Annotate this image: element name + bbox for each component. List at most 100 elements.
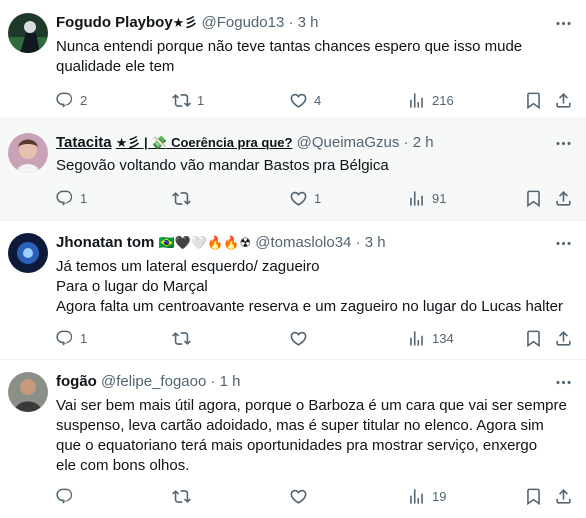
reply-button[interactable] [55, 484, 80, 508]
retweet-button[interactable] [172, 484, 197, 508]
like-icon [289, 189, 308, 208]
tweet[interactable]: Tatacita ★彡 | 💸 Coerência pra que? @Quei… [0, 119, 586, 221]
reply-button[interactable]: 1 [55, 186, 87, 210]
views-count: 216 [432, 92, 454, 108]
tweet-actions: 19 [48, 484, 578, 508]
reply-count: 1 [80, 190, 88, 206]
tweet-text-line: Nunca entendi porque não teve tantas cha… [56, 38, 523, 55]
tweet-text-line: Para o lugar do Marçal [56, 278, 208, 295]
bookmark-icon [524, 189, 543, 208]
separator-dot: · [355, 234, 361, 251]
retweet-icon [172, 487, 191, 506]
tweet-text-line: Segovão voltando vão mandar Bastos pra B… [56, 157, 389, 174]
separator-dot: · [288, 14, 294, 31]
tweet-text: Já temos um lateral esquerdo/ zagueiro P… [56, 257, 578, 317]
more-icon[interactable] [550, 13, 576, 33]
tweet-text-line: Agora falta um centroavante reserva e um… [56, 298, 563, 315]
like-count: 1 [314, 190, 322, 206]
reply-icon [55, 189, 74, 208]
handle[interactable]: @felipe_fogaoo [101, 373, 206, 390]
name-emoji: ★彡 [172, 15, 198, 30]
reply-count: 1 [80, 330, 88, 346]
bookmark-icon [524, 329, 543, 348]
tweet-actions: 1 134 [48, 326, 578, 350]
tweet-text-line: ele com bons olhos. [56, 457, 190, 474]
bookmark-icon [524, 487, 543, 506]
tweet-text: Segovão voltando vão mandar Bastos pra B… [56, 156, 578, 176]
like-button[interactable] [289, 326, 314, 350]
avatar[interactable] [8, 13, 48, 53]
views-icon [407, 91, 426, 110]
share-button[interactable] [554, 484, 573, 508]
tweet-header: fogão @felipe_fogaoo · 1 h [56, 372, 546, 392]
share-button[interactable] [554, 88, 573, 112]
reply-button[interactable]: 2 [55, 88, 87, 112]
handle[interactable]: @QueimaGzus [297, 134, 400, 151]
tweet-actions: 2 1 4 216 [48, 88, 578, 112]
tweet-text-line: que o equatoriano terá mais oportunidade… [56, 437, 538, 454]
timestamp[interactable]: 1 h [220, 373, 241, 390]
bookmark-button[interactable] [524, 326, 543, 350]
views-button[interactable]: 134 [407, 326, 454, 350]
views-count: 134 [432, 330, 454, 346]
share-button[interactable] [554, 326, 573, 350]
retweet-button[interactable] [172, 186, 197, 210]
views-button[interactable]: 216 [407, 88, 454, 112]
like-button[interactable] [289, 484, 314, 508]
handle[interactable]: @Fogudo13 [202, 14, 285, 31]
share-icon [554, 329, 573, 348]
reply-icon [55, 91, 74, 110]
bookmark-button[interactable] [524, 484, 543, 508]
tweet-header: Fogudo Playboy★彡 @Fogudo13 · 3 h [56, 13, 546, 33]
share-icon [554, 189, 573, 208]
avatar[interactable] [8, 233, 48, 273]
views-count: 19 [432, 488, 447, 504]
handle[interactable]: @tomaslolo34 [255, 234, 351, 251]
share-icon [554, 91, 573, 110]
tweet-text: Vai ser bem mais útil agora, porque o Ba… [56, 396, 578, 476]
retweet-icon [172, 329, 191, 348]
bookmark-button[interactable] [524, 186, 543, 210]
timestamp[interactable]: 2 h [413, 134, 434, 151]
views-button[interactable]: 19 [407, 484, 446, 508]
more-icon[interactable] [550, 233, 576, 253]
reply-icon [55, 329, 74, 348]
views-button[interactable]: 91 [407, 186, 446, 210]
share-button[interactable] [554, 186, 573, 210]
retweet-icon [172, 189, 191, 208]
tweet[interactable]: Fogudo Playboy★彡 @Fogudo13 · 3 h Nunca e… [0, 0, 586, 119]
tweet-actions: 1 1 91 [48, 186, 578, 210]
like-count: 4 [314, 92, 322, 108]
like-button[interactable]: 1 [289, 186, 321, 210]
timestamp[interactable]: 3 h [298, 14, 319, 31]
bookmark-button[interactable] [524, 88, 543, 112]
like-icon [289, 91, 308, 110]
tweet-text-line: Vai ser bem mais útil agora, porque o Ba… [56, 397, 567, 414]
retweet-count: 1 [197, 92, 205, 108]
display-name[interactable]: Jhonatan tom [56, 234, 154, 251]
display-name[interactable]: Fogudo Playboy [56, 14, 173, 31]
tweet[interactable]: fogão @felipe_fogaoo · 1 h Vai ser bem m… [0, 360, 586, 518]
views-icon [407, 189, 426, 208]
avatar[interactable] [8, 133, 48, 173]
more-icon[interactable] [550, 133, 576, 153]
retweet-button[interactable]: 1 [172, 88, 204, 112]
bookmark-icon [524, 91, 543, 110]
avatar[interactable] [8, 372, 48, 412]
like-button[interactable]: 4 [289, 88, 321, 112]
display-name[interactable]: fogão [56, 373, 97, 390]
display-name[interactable]: Tatacita [56, 134, 112, 151]
retweet-icon [172, 91, 191, 110]
tweet-header: Jhonatan tom 🇧🇷🖤🤍🔥🔥☢ @tomaslolo34 · 3 h [56, 233, 546, 253]
tweet[interactable]: Jhonatan tom 🇧🇷🖤🤍🔥🔥☢ @tomaslolo34 · 3 h … [0, 221, 586, 360]
tweet-text-line: qualidade ele tem [56, 58, 175, 75]
separator-dot: · [210, 373, 216, 390]
retweet-button[interactable] [172, 326, 197, 350]
more-icon[interactable] [550, 372, 576, 392]
views-icon [407, 329, 426, 348]
timestamp[interactable]: 3 h [365, 234, 386, 251]
tweet-text-line: Já temos um lateral esquerdo/ zagueiro [56, 258, 320, 275]
views-count: 91 [432, 190, 447, 206]
tweet-text: Nunca entendi porque não teve tantas cha… [56, 37, 578, 77]
reply-button[interactable]: 1 [55, 326, 87, 350]
